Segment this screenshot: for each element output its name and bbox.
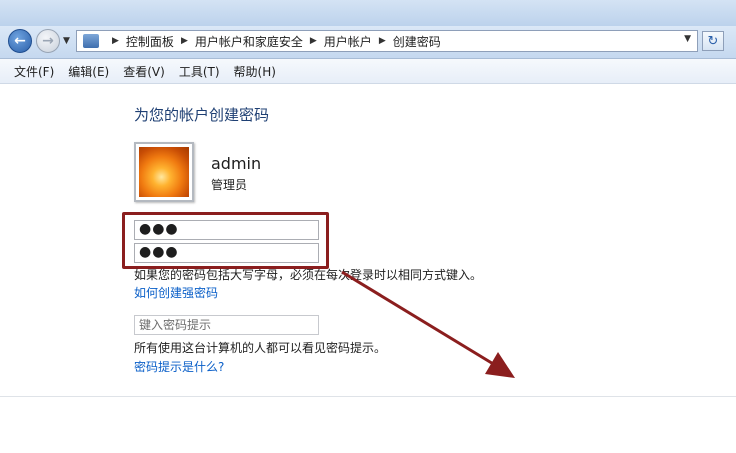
breadcrumb-item-user-accounts-family[interactable]: 用户帐户和家庭安全	[195, 33, 303, 50]
avatar	[134, 142, 194, 202]
page-title: 为您的帐户创建密码	[134, 106, 270, 124]
refresh-icon[interactable]: ↻	[702, 31, 724, 51]
breadcrumb-item-user-accounts[interactable]: 用户帐户	[324, 33, 372, 50]
chevron-right-icon[interactable]: ▶	[112, 36, 119, 46]
user-avatar-flower	[139, 147, 189, 197]
chevron-right-icon[interactable]: ▶	[181, 36, 188, 46]
confirm-password-input[interactable]: ●●●	[134, 243, 319, 263]
address-dropdown-icon[interactable]: ▼	[684, 34, 691, 44]
annotation-arrow-shaft	[341, 270, 496, 367]
control-panel-icon	[83, 34, 99, 48]
user-role: 管理员	[211, 178, 248, 192]
window-title-strip	[0, 0, 736, 26]
menu-edit[interactable]: 编辑(E)	[61, 63, 116, 80]
password-hint-input[interactable]: 键入密码提示	[134, 315, 319, 335]
back-arrow-icon[interactable]: ←	[8, 29, 32, 53]
annotation-arrow	[341, 270, 515, 378]
chevron-right-icon[interactable]: ▶	[379, 36, 386, 46]
strong-password-link[interactable]: 如何创建强密码	[134, 284, 218, 301]
breadcrumb-item-create-password[interactable]: 创建密码	[393, 33, 441, 50]
forward-arrow-icon[interactable]: →	[36, 29, 60, 53]
annotation-arrow-head	[485, 352, 515, 378]
what-is-hint-link[interactable]: 密码提示是什么?	[134, 358, 224, 375]
user-name: admin	[211, 154, 262, 173]
menu-bar: 文件(F) 编辑(E) 查看(V) 工具(T) 帮助(H)	[0, 59, 736, 84]
address-box[interactable]: ▶ 控制面板 ▶ 用户帐户和家庭安全 ▶ 用户帐户 ▶ 创建密码 ▼	[76, 30, 698, 52]
menu-file[interactable]: 文件(F)	[0, 63, 61, 80]
menu-tools[interactable]: 工具(T)	[172, 63, 227, 80]
address-bar-row: ← → ▼ ▶ 控制面板 ▶ 用户帐户和家庭安全 ▶ 用户帐户 ▶ 创建密码 ▼…	[0, 26, 736, 59]
menu-help[interactable]: 帮助(H)	[227, 63, 283, 80]
breadcrumb-item-control-panel[interactable]: 控制面板	[126, 33, 174, 50]
menu-view[interactable]: 查看(V)	[116, 63, 172, 80]
chevron-right-icon[interactable]: ▶	[310, 36, 317, 46]
new-password-input[interactable]: ●●●	[134, 220, 319, 240]
bottom-area	[0, 396, 736, 453]
recent-pages-dropdown-icon[interactable]: ▼	[63, 36, 70, 46]
